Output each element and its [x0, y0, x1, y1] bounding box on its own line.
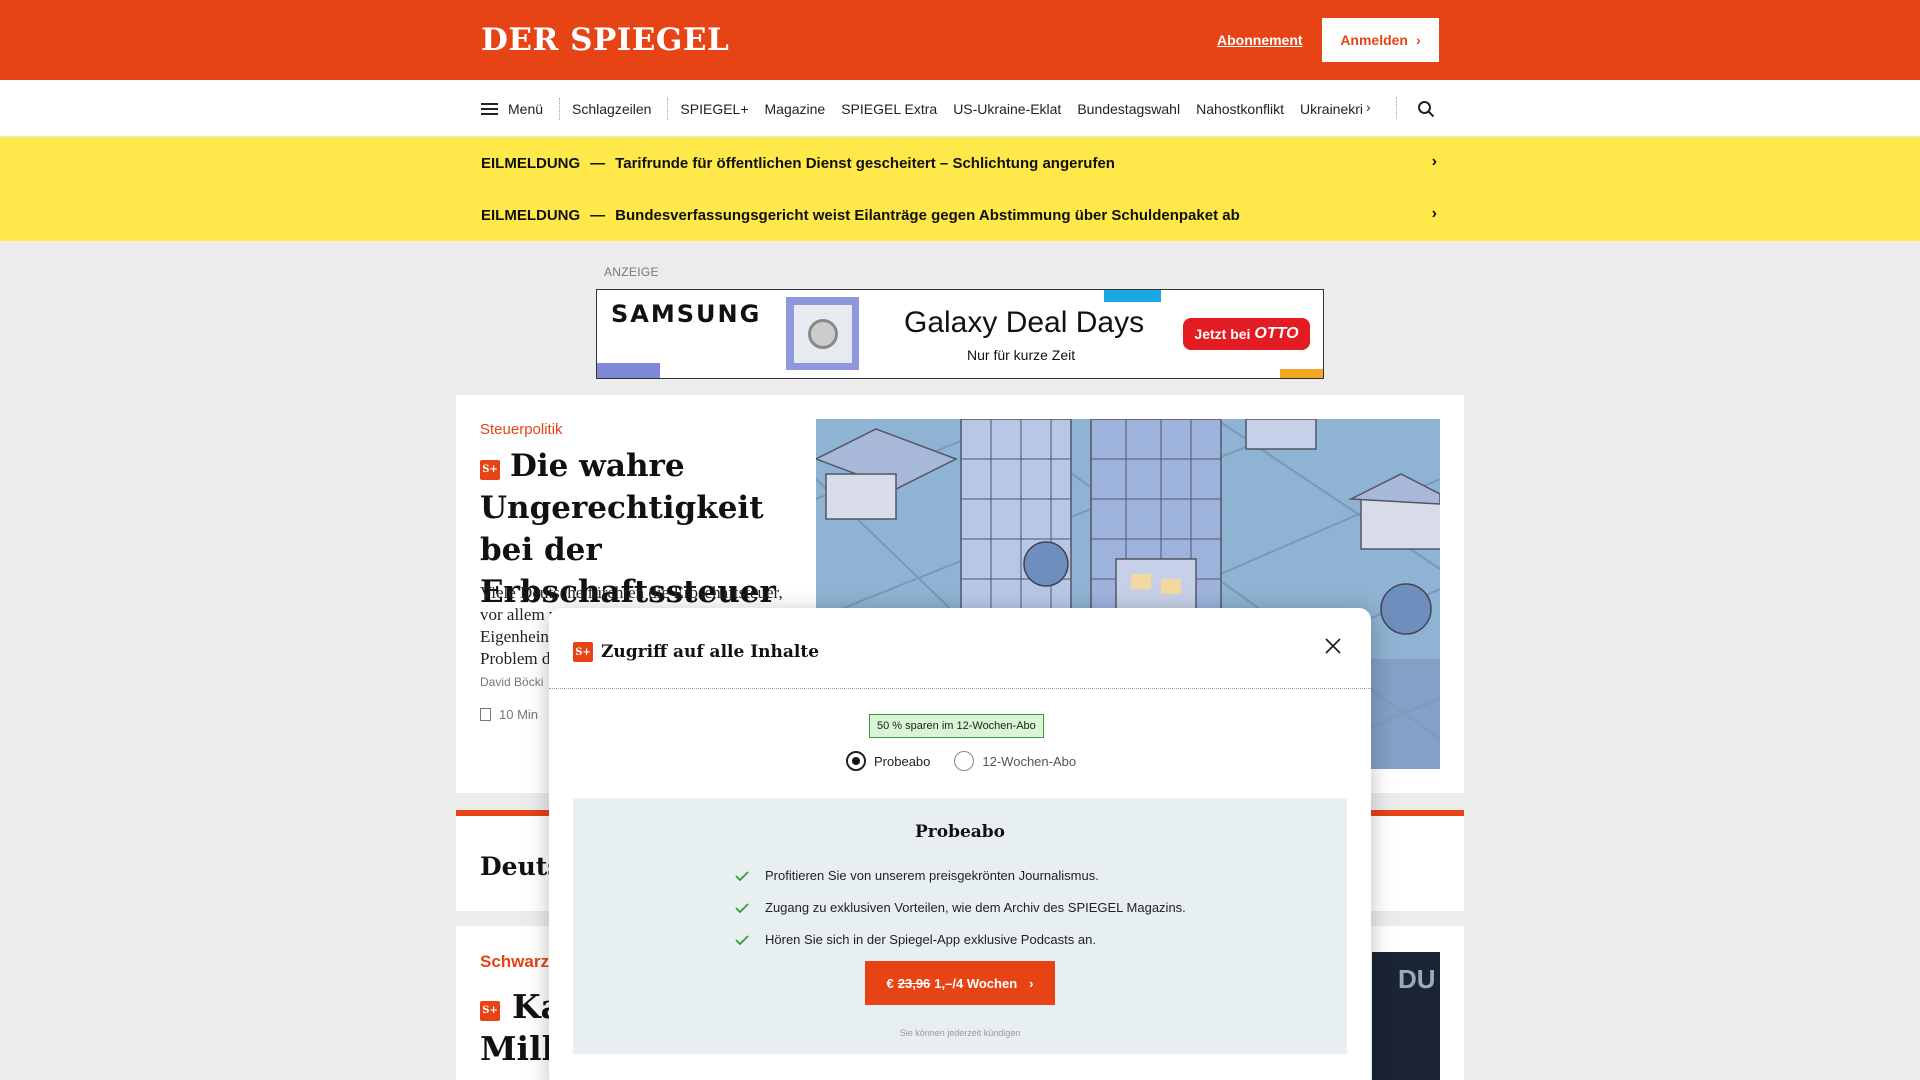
checkmark-icon — [735, 934, 749, 945]
breaking-label: EILMELDUNG — [481, 206, 581, 224]
read-time: 10 Min — [480, 707, 538, 722]
cta-currency: € — [886, 975, 894, 991]
plan-title: Probeabo — [914, 822, 1006, 842]
subscription-modal: S+ Zugriff auf alle Inhalte 50 % sparen … — [549, 608, 1371, 1080]
ad-banner[interactable]: SAMSUNG Galaxy Deal Days Nur für kurze Z… — [596, 289, 1324, 379]
document-icon — [480, 708, 491, 721]
nav-item-magazine[interactable]: Magazine — [765, 101, 826, 117]
nav-items: Schlagzeilen SPIEGEL+ Magazine SPIEGEL E… — [572, 97, 1362, 120]
nav-item-us-ukraine[interactable]: US-Ukraine-Eklat — [953, 101, 1061, 117]
benefit-text: Zugang zu exklusiven Vorteilen, wie dem … — [765, 900, 1186, 915]
spiegel-logo[interactable]: DER SPIEGEL — [481, 22, 729, 58]
nav-item-spiegel-plus[interactable]: SPIEGEL+ — [680, 101, 748, 117]
watch-image — [786, 297, 859, 370]
article-author: David Böcki — [480, 675, 544, 689]
nav-item-nahostkonflikt[interactable]: Nahostkonflikt — [1196, 101, 1284, 117]
search-icon[interactable] — [1417, 100, 1435, 118]
breaking-label: EILMELDUNG — [481, 154, 581, 172]
ad-cta-prefix: Jetzt bei — [1194, 326, 1251, 342]
menu-button[interactable]: Menü — [481, 101, 559, 117]
hamburger-icon — [481, 102, 498, 115]
ad-label: ANZEIGE — [604, 265, 659, 279]
ad-brand: SAMSUNG — [611, 300, 762, 328]
image-text: DU — [1398, 964, 1436, 994]
plan-options: Probeabo 12-Wochen-Abo — [846, 751, 1100, 771]
login-button[interactable]: Anmelden › — [1322, 18, 1439, 62]
breaking-news-bar: EILMELDUNG — Tarifrunde für öffentlichen… — [0, 137, 1920, 241]
benefit-item: Zugang zu exklusiven Vorteilen, wie dem … — [735, 900, 1186, 915]
close-icon[interactable] — [1325, 638, 1341, 654]
top-header: DER SPIEGEL Abonnement Anmelden › — [0, 0, 1920, 80]
cta-old-price: 23,96 — [897, 975, 931, 991]
ad-subtitle: Nur für kurze Zeit — [967, 347, 1076, 363]
savings-badge: 50 % sparen im 12-Wochen-Abo — [869, 714, 1044, 738]
login-button-label: Anmelden — [1340, 32, 1408, 48]
modal-title: Zugriff auf alle Inhalte — [601, 642, 820, 662]
nav-item-schlagzeilen[interactable]: Schlagzeilen — [572, 101, 651, 117]
otto-logo: OTTO — [1254, 325, 1299, 342]
option-12-wochen-abo[interactable]: 12-Wochen-Abo — [954, 751, 1076, 771]
ad-cta-button[interactable]: Jetzt bei OTTO — [1183, 318, 1310, 350]
option-label: 12-Wochen-Abo — [982, 753, 1077, 769]
breaking-news-item[interactable]: EILMELDUNG — Bundesverfassungsgericht we… — [481, 189, 1437, 241]
breaking-dash: — — [590, 206, 606, 224]
option-label: Probeabo — [874, 753, 931, 769]
spiegel-plus-icon: S+ — [480, 460, 500, 480]
breaking-text: Bundesverfassungsgericht weist Eilanträg… — [615, 206, 1240, 224]
subscription-link[interactable]: Abonnement — [1217, 32, 1303, 48]
chevron-right-icon: › — [1431, 153, 1437, 170]
cancel-note: Sie können jederzeit kündigen — [899, 1028, 1021, 1038]
subscribe-button[interactable]: € 23,96 1,–/4 Wochen › — [865, 961, 1055, 1005]
chevron-right-icon: › — [1029, 975, 1034, 991]
teaser-line: Viele Deutsche fürchten die Erbschaftste… — [480, 583, 783, 602]
ad-decoration — [1280, 369, 1323, 378]
spiegel-plus-icon: S+ — [480, 1001, 500, 1021]
nav-scroll-chevron-icon[interactable]: › — [1366, 99, 1371, 115]
article-kicker: Steuerpolitik — [480, 421, 563, 438]
breaking-news-item[interactable]: EILMELDUNG — Tarifrunde für öffentlichen… — [481, 137, 1437, 189]
ad-title: Galaxy Deal Days — [904, 306, 1145, 339]
menu-label: Menü — [508, 100, 544, 117]
radio-selected-icon — [846, 751, 866, 771]
nav-divider — [1396, 97, 1397, 119]
nav-item-spiegel-extra[interactable]: SPIEGEL Extra — [841, 101, 937, 117]
nav-divider — [667, 97, 669, 120]
benefit-item: Hören Sie sich in der Spiegel-App exklus… — [735, 932, 1096, 947]
breaking-text: Tarifrunde für öffentlichen Dienst gesch… — [615, 154, 1115, 172]
article-kicker: Schwarz — [480, 952, 549, 971]
main-nav: Menü Schlagzeilen SPIEGEL+ Magazine SPIE… — [0, 80, 1920, 137]
checkmark-icon — [735, 870, 749, 881]
nav-item-bundestagswahl[interactable]: Bundestagswahl — [1077, 101, 1180, 117]
radio-empty-icon — [954, 751, 975, 771]
benefit-text: Hören Sie sich in der Spiegel-App exklus… — [765, 932, 1096, 947]
ad-decoration — [1104, 290, 1161, 302]
benefit-text: Profitieren Sie von unserem preisgekrönt… — [765, 868, 1099, 883]
ad-decoration — [597, 363, 660, 378]
plan-panel: Probeabo Profitieren Sie von unserem pre… — [573, 798, 1347, 1054]
read-time-label: 10 Min — [499, 707, 539, 722]
modal-divider — [549, 688, 1371, 689]
chevron-right-icon: › — [1431, 205, 1437, 222]
cta-price: 1,–/4 Wochen — [934, 975, 1018, 991]
spiegel-plus-icon: S+ — [573, 642, 593, 662]
benefit-item: Profitieren Sie von unserem preisgekrönt… — [735, 868, 1099, 883]
modal-header: S+ Zugriff auf alle Inhalte — [573, 642, 819, 662]
chevron-right-icon: › — [1416, 32, 1421, 48]
nav-item-ukrainekrieg[interactable]: Ukrainekrieg — [1300, 101, 1362, 117]
option-probeabo[interactable]: Probeabo — [846, 751, 930, 771]
checkmark-icon — [735, 902, 749, 913]
breaking-dash: — — [590, 154, 606, 172]
nav-divider — [559, 97, 561, 120]
article-image[interactable]: DU — [1372, 952, 1440, 1080]
